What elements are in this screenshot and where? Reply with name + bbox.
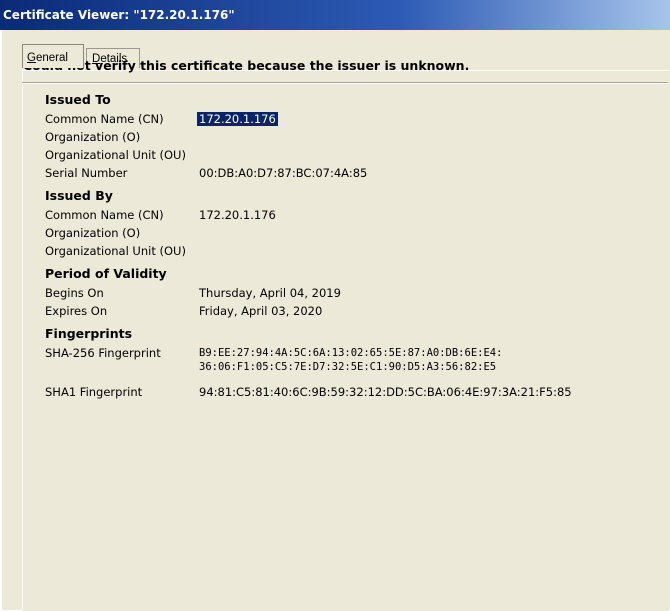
sha1-value[interactable]: 94:81:C5:81:40:6C:9B:59:32:12:DD:5C:BA:0… — [199, 385, 572, 399]
certificate-viewer-window: Certificate Viewer: "172.20.1.176" Gener… — [0, 0, 670, 611]
issued-to-cn-value[interactable]: 172.20.1.176 — [197, 112, 278, 126]
sha1-label: SHA1 Fingerprint — [45, 385, 143, 399]
window-title: Certificate Viewer: "172.20.1.176" — [0, 0, 670, 30]
validity-heading: Period of Validity — [45, 266, 167, 281]
issued-by-ou-label: Organizational Unit (OU) — [45, 244, 186, 258]
sha256-label: SHA-256 Fingerprint — [45, 346, 161, 360]
issued-by-heading: Issued By — [45, 188, 113, 203]
issued-to-heading: Issued To — [45, 92, 111, 107]
issued-to-ou-label: Organizational Unit (OU) — [45, 148, 186, 162]
tab-general-label: eneral — [35, 52, 68, 64]
issued-by-cn-label: Common Name (CN) — [45, 208, 164, 222]
expires-on-label: Expires On — [45, 304, 108, 318]
frame-edge — [0, 30, 2, 610]
begins-on-value[interactable]: Thursday, April 04, 2019 — [199, 286, 341, 300]
issued-by-cn-value[interactable]: 172.20.1.176 — [199, 208, 276, 222]
verification-warning: Could not verify this certificate becaus… — [23, 58, 470, 73]
issued-to-org-label: Organization (O) — [45, 130, 141, 144]
expires-on-value[interactable]: Friday, April 03, 2020 — [199, 304, 322, 318]
tab-general-accelerator: G — [27, 52, 36, 64]
sha256-value-line2[interactable]: 36:06:F1:05:C5:7E:D7:32:5E:C1:90:D5:A3:5… — [199, 361, 496, 374]
fingerprints-heading: Fingerprints — [45, 326, 133, 341]
tab-general[interactable]: General — [22, 44, 84, 68]
issued-by-org-label: Organization (O) — [45, 226, 141, 240]
begins-on-label: Begins On — [45, 286, 104, 300]
warning-divider — [22, 82, 668, 84]
serial-number-value[interactable]: 00:DB:A0:D7:87:BC:07:4A:85 — [199, 166, 367, 180]
serial-number-label: Serial Number — [45, 166, 128, 180]
sha256-value-line1[interactable]: B9:EE:27:94:4A:5C:6A:13:02:65:5E:87:A0:D… — [199, 347, 502, 360]
issued-to-cn-label: Common Name (CN) — [45, 112, 164, 126]
